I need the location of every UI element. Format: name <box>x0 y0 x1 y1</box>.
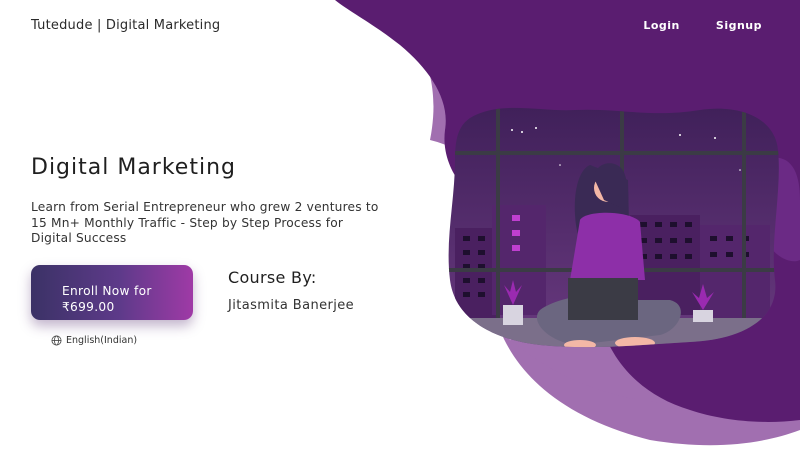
enroll-label: Enroll Now for <box>62 283 152 298</box>
enroll-price: ₹699.00 <box>62 299 115 314</box>
page-title: Digital Marketing <box>31 155 236 180</box>
language-selector[interactable]: English(Indian) <box>51 335 137 346</box>
language-label: English(Indian) <box>66 335 138 346</box>
enroll-button[interactable]: Enroll Now for ₹699.00 <box>31 265 193 320</box>
course-description: Learn from Serial Entrepreneur who grew … <box>31 200 379 245</box>
brand-title: Tutedude | Digital Marketing <box>31 18 221 33</box>
globe-icon <box>51 335 62 346</box>
signup-link[interactable]: Signup <box>716 19 762 32</box>
top-nav: Login Signup <box>643 19 762 32</box>
login-link[interactable]: Login <box>643 19 680 32</box>
instructor-name: Jitasmita Banerjee <box>228 298 355 313</box>
instructor-heading: Course By: <box>228 268 317 287</box>
